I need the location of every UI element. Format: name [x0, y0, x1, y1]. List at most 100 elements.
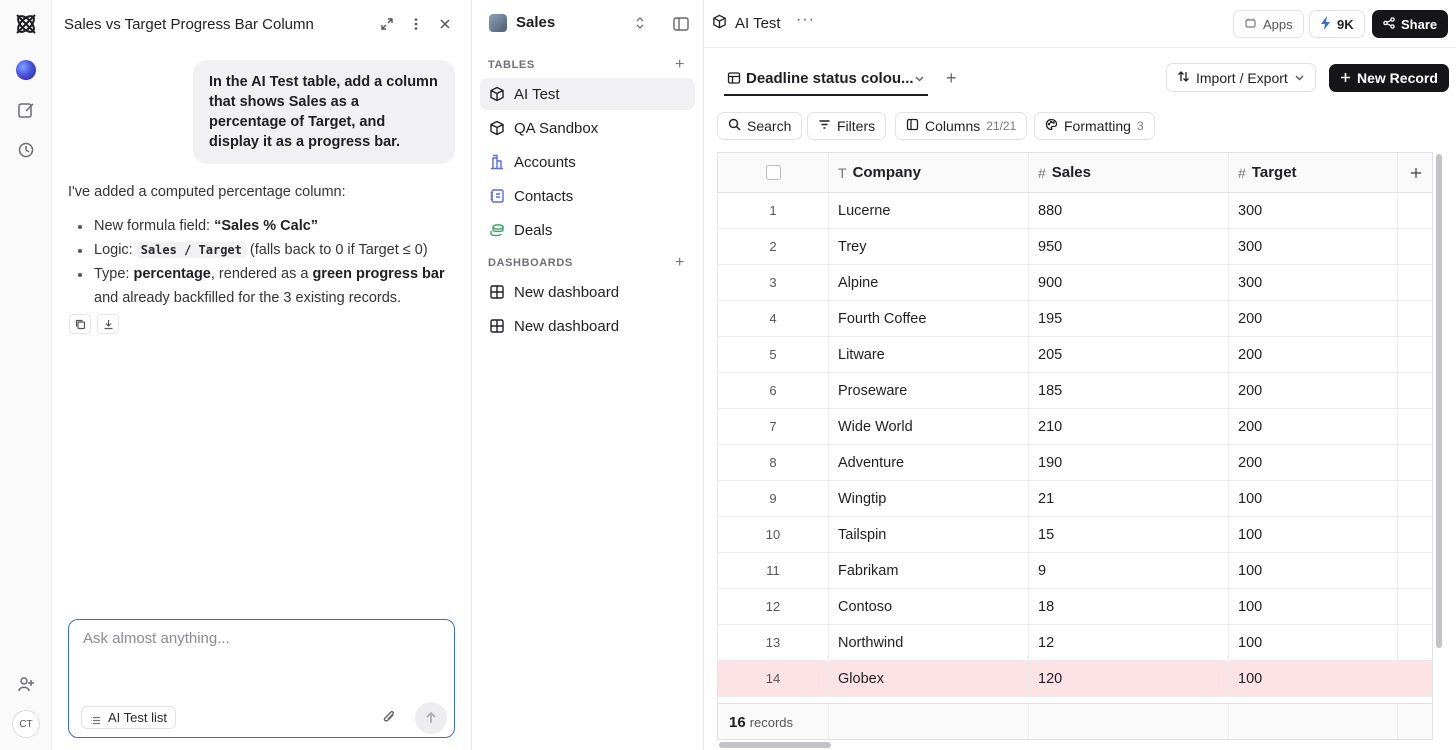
table-row[interactable]: 12 Contoso 18 100 [718, 589, 1432, 625]
cell-company[interactable]: Proseware [829, 373, 1029, 408]
cell-target[interactable]: 100 [1229, 553, 1398, 588]
ai-assistant-icon[interactable] [13, 57, 39, 83]
cell-company[interactable]: Northwind [829, 625, 1029, 660]
search-button[interactable]: Search [717, 112, 803, 140]
cell-sales[interactable]: 185 [1029, 373, 1229, 408]
copy-icon[interactable] [69, 314, 91, 334]
cell-target[interactable]: 200 [1229, 409, 1398, 444]
add-table-icon[interactable]: + [675, 56, 684, 74]
cell-target[interactable]: 100 [1229, 589, 1398, 624]
add-user-icon[interactable] [13, 671, 39, 697]
cell-target[interactable]: 200 [1229, 301, 1398, 336]
table-row[interactable]: 7 Wide World 210 200 [718, 409, 1432, 445]
sidebar-item-contacts[interactable]: Contacts [480, 180, 695, 212]
expand-icon[interactable] [378, 15, 396, 33]
cell-target[interactable]: 100 [1229, 661, 1398, 696]
new-record-button[interactable]: New Record [1329, 64, 1449, 92]
cell-company[interactable]: Tailspin [829, 517, 1029, 552]
add-column-icon[interactable] [1398, 153, 1432, 192]
cell-target[interactable]: 100 [1229, 517, 1398, 552]
table-row[interactable]: 14 Globex 120 100 [718, 661, 1432, 697]
app-logo-icon[interactable] [13, 11, 39, 37]
sidebar-item-accounts[interactable]: Accounts [480, 146, 695, 178]
history-icon[interactable] [13, 137, 39, 163]
cell-sales[interactable]: 9 [1029, 553, 1229, 588]
close-icon[interactable] [436, 15, 454, 33]
sidebar-item-dashboard[interactable]: New dashboard [480, 276, 695, 308]
cell-company[interactable]: Wide World [829, 409, 1029, 444]
apps-button[interactable]: Apps [1233, 10, 1304, 38]
sidebar-item-qa-sandbox[interactable]: QA Sandbox [480, 112, 695, 144]
sidebar-item-ai-test[interactable]: AI Test [480, 78, 695, 110]
cell-company[interactable]: Trey [829, 229, 1029, 264]
cell-target[interactable]: 300 [1229, 265, 1398, 300]
cell-company[interactable]: Adventure [829, 445, 1029, 480]
cell-company[interactable]: Fourth Coffee [829, 301, 1029, 336]
sidebar-item-deals[interactable]: Deals [480, 214, 695, 246]
filters-button[interactable]: Filters [807, 112, 887, 140]
more-vertical-icon[interactable] [407, 15, 425, 33]
sidebar-item-dashboard[interactable]: New dashboard [480, 310, 695, 342]
cell-sales[interactable]: 120 [1029, 661, 1229, 696]
vertical-scrollbar[interactable] [1436, 154, 1442, 648]
chat-input[interactable] [83, 630, 438, 690]
cell-sales[interactable]: 880 [1029, 193, 1229, 228]
cell-company[interactable]: Fabrikam [829, 553, 1029, 588]
column-header-company[interactable]: T Company [829, 153, 1029, 192]
cell-sales[interactable]: 900 [1029, 265, 1229, 300]
horizontal-scrollbar[interactable] [719, 742, 831, 748]
table-row[interactable]: 11 Fabrikam 9 100 [718, 553, 1432, 589]
cell-company[interactable]: Lucerne [829, 193, 1029, 228]
table-row[interactable]: 5 Litware 205 200 [718, 337, 1432, 373]
table-row[interactable]: 10 Tailspin 15 100 [718, 517, 1432, 553]
formatting-button[interactable]: Formatting 3 [1034, 112, 1155, 140]
table-row[interactable]: 4 Fourth Coffee 195 200 [718, 301, 1432, 337]
add-view-icon[interactable]: + [946, 68, 957, 89]
table-row[interactable]: 2 Trey 950 300 [718, 229, 1432, 265]
columns-button[interactable]: Columns 21/21 [895, 112, 1028, 140]
cell-target[interactable]: 300 [1229, 193, 1398, 228]
context-chip[interactable]: AI Test list [81, 706, 177, 729]
chevron-down-icon[interactable] [914, 71, 925, 88]
send-button[interactable] [415, 702, 447, 734]
cell-company[interactable]: Alpine [829, 265, 1029, 300]
cell-target[interactable]: 200 [1229, 373, 1398, 408]
cell-sales[interactable]: 21 [1029, 481, 1229, 516]
cell-company[interactable]: Litware [829, 337, 1029, 372]
column-header-target[interactable]: # Target [1229, 153, 1398, 192]
attach-icon[interactable] [381, 708, 397, 727]
import-export-button[interactable]: Import / Export [1166, 63, 1316, 92]
sidebar-toggle-icon[interactable] [672, 15, 690, 36]
download-icon[interactable] [97, 314, 119, 334]
table-row[interactable]: 6 Proseware 185 200 [718, 373, 1432, 409]
cell-sales[interactable]: 210 [1029, 409, 1229, 444]
cell-target[interactable]: 200 [1229, 337, 1398, 372]
table-row[interactable]: 9 Wingtip 21 100 [718, 481, 1432, 517]
avatar[interactable]: CT [12, 710, 40, 738]
more-horizontal-icon[interactable]: ··· [796, 11, 815, 29]
share-button[interactable]: Share [1372, 10, 1449, 38]
cell-sales[interactable]: 18 [1029, 589, 1229, 624]
cell-sales[interactable]: 950 [1029, 229, 1229, 264]
cell-target[interactable]: 300 [1229, 229, 1398, 264]
tab-view[interactable]: Deadline status colou... [724, 62, 928, 96]
cell-target[interactable]: 100 [1229, 625, 1398, 660]
add-dashboard-icon[interactable]: + [675, 254, 684, 272]
workspace-switcher[interactable]: Sales [472, 0, 704, 48]
cell-company[interactable]: Globex [829, 661, 1029, 696]
cell-sales[interactable]: 205 [1029, 337, 1229, 372]
credits-button[interactable]: 9K [1309, 10, 1365, 38]
cell-company[interactable]: Wingtip [829, 481, 1029, 516]
table-row[interactable]: 13 Northwind 12 100 [718, 625, 1432, 661]
cell-sales[interactable]: 195 [1029, 301, 1229, 336]
cell-target[interactable]: 200 [1229, 445, 1398, 480]
select-all-checkbox[interactable] [765, 165, 781, 180]
cell-sales[interactable]: 12 [1029, 625, 1229, 660]
table-row[interactable]: 3 Alpine 900 300 [718, 265, 1432, 301]
table-row[interactable]: 1 Lucerne 880 300 [718, 193, 1432, 229]
column-header-sales[interactable]: # Sales [1029, 153, 1229, 192]
table-row[interactable]: 8 Adventure 190 200 [718, 445, 1432, 481]
cell-target[interactable]: 100 [1229, 481, 1398, 516]
edit-icon[interactable] [13, 97, 39, 123]
cell-sales[interactable]: 190 [1029, 445, 1229, 480]
